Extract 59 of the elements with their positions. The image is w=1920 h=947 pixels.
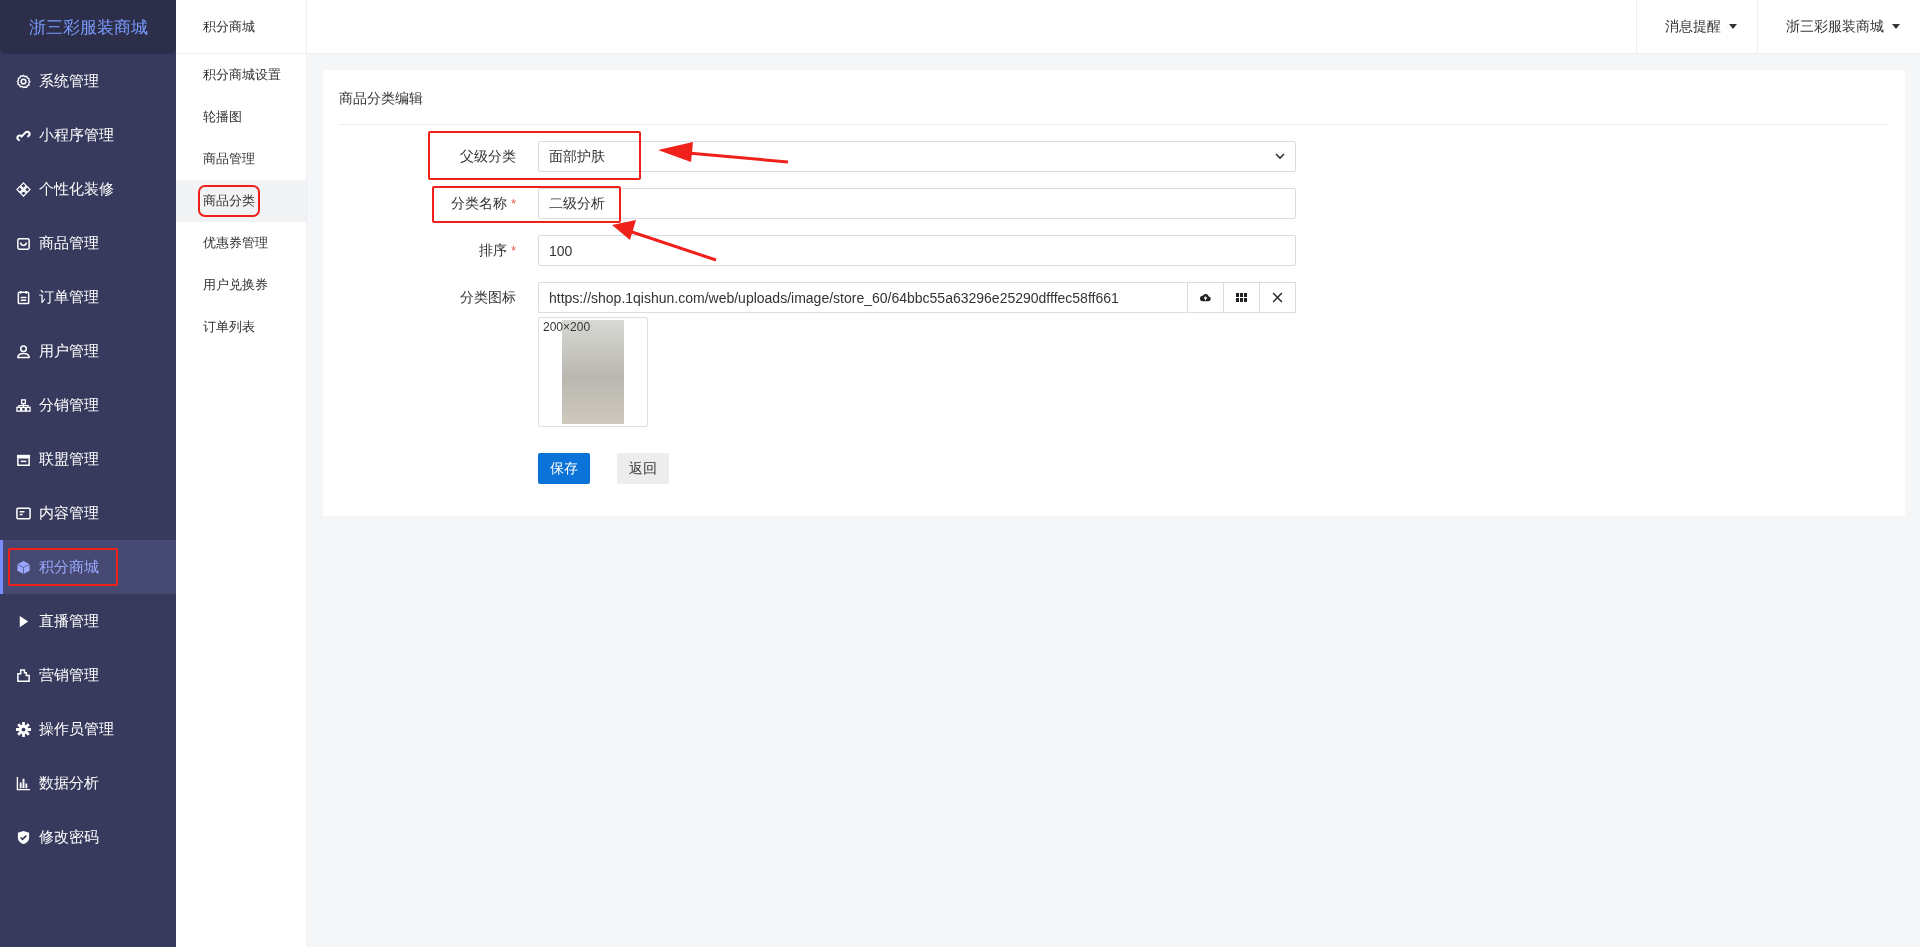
sidebar-item[interactable]: 修改密码 [0, 810, 176, 864]
subnav-item[interactable]: 优惠券管理 [176, 222, 306, 264]
subnav-title: 积分商城 [176, 0, 306, 54]
gear-icon [16, 73, 31, 89]
sidebar-item[interactable]: 个性化装修 [0, 162, 176, 216]
sidebar-item[interactable]: 直播管理 [0, 594, 176, 648]
field-label: 排序 [479, 241, 508, 260]
close-icon [1272, 292, 1283, 303]
puzzle-icon [16, 667, 31, 683]
clear-button[interactable] [1259, 282, 1296, 313]
subnav-item[interactable]: 轮播图 [176, 96, 306, 138]
url-field[interactable]: https://shop.1qishun.com/web/uploads/image/store_60/64bbc55a63296e25290dfffec58ff661 [538, 282, 1187, 313]
field-label: 父级分类 [460, 147, 516, 166]
sidebar-item[interactable]: 积分商城 [0, 540, 176, 594]
shield-icon [16, 829, 31, 845]
sidebar-item[interactable]: 小程序管理 [0, 108, 176, 162]
cube-icon [16, 559, 31, 575]
input-field[interactable]: 二级分析 [538, 188, 1296, 219]
subnav-item[interactable]: 用户兑换券 [176, 264, 306, 306]
size-caption: 200×200 [543, 320, 591, 334]
back-button[interactable]: 返回 [617, 453, 669, 484]
brand-title: 浙三彩服装商城 [0, 0, 176, 54]
sidebar-item[interactable]: 分销管理 [0, 378, 176, 432]
subnav-item[interactable]: 积分商城设置 [176, 54, 306, 96]
grid-icon [1236, 292, 1247, 303]
sidebar-item[interactable]: 数据分析 [0, 756, 176, 810]
gallery-button[interactable] [1223, 282, 1260, 313]
field-label: 分类名称 [451, 194, 508, 213]
clipboard-icon [16, 289, 31, 305]
sidebar-item[interactable]: 系统管理 [0, 54, 176, 108]
subnav-item[interactable]: 订单列表 [176, 306, 306, 348]
sidebar-item[interactable]: 订单管理 [0, 270, 176, 324]
upload-button[interactable] [1187, 282, 1224, 313]
bag-icon [16, 235, 31, 251]
cloud-upload-icon [1200, 292, 1211, 303]
card-icon [16, 505, 31, 521]
caret-icon [1729, 24, 1737, 29]
sidebar-item[interactable]: 用户管理 [0, 324, 176, 378]
sidebar-item[interactable]: 联盟管理 [0, 432, 176, 486]
chevron-down-icon [1275, 153, 1285, 160]
tree-icon [16, 397, 31, 413]
sidebar-item[interactable]: 商品管理 [0, 216, 176, 270]
required-mark: * [511, 196, 516, 211]
save-button[interactable]: 保存 [538, 453, 590, 484]
gear-icon [16, 721, 31, 737]
required-mark: * [511, 243, 516, 258]
caret-icon [1892, 24, 1900, 29]
user-icon [16, 343, 31, 359]
sidebar-item[interactable]: 内容管理 [0, 486, 176, 540]
subnav-item[interactable]: 商品分类 [176, 180, 306, 222]
diamond-icon [16, 181, 31, 197]
sidebar-item[interactable]: 操作员管理 [0, 702, 176, 756]
field-label: 分类图标 [460, 288, 516, 307]
sidebar-item[interactable]: 营销管理 [0, 648, 176, 702]
input-field[interactable]: 100 [538, 235, 1296, 266]
parent-category-select[interactable]: 面部护肤 [538, 141, 1296, 172]
subnav-item[interactable]: 商品管理 [176, 138, 306, 180]
form-title: 商品分类编辑 [339, 70, 1889, 125]
chart-icon [16, 775, 31, 791]
